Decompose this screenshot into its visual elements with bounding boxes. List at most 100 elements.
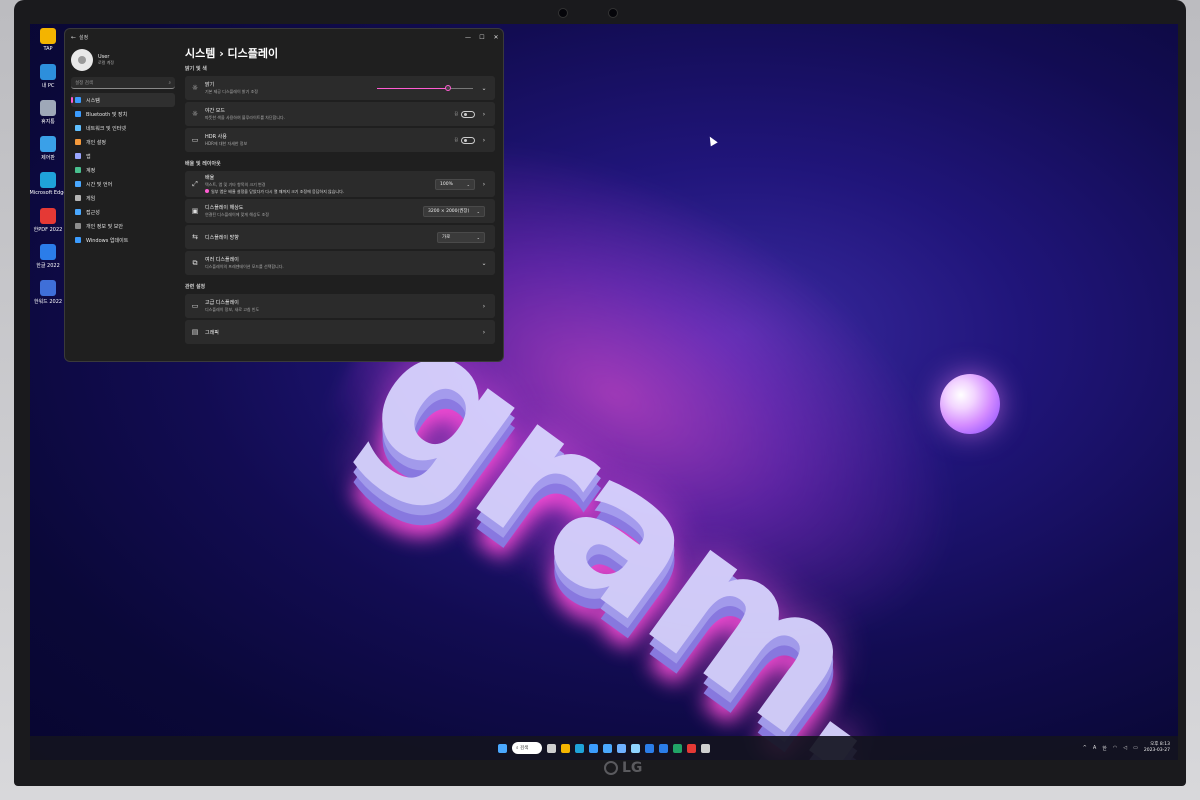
avatar (71, 49, 93, 71)
edge-icon (40, 172, 56, 188)
volume-icon[interactable]: ◁ (1123, 745, 1127, 751)
brightness-slider[interactable] (377, 84, 473, 92)
orientation-dropdown[interactable]: 가로 ⌄ (437, 231, 485, 243)
sidebar-item-time-language[interactable]: 시간 및 언어 (71, 177, 175, 191)
file-explorer-icon[interactable] (561, 743, 570, 753)
resolution-icon: ▣ (191, 207, 199, 215)
chevron-down-icon: ⌄ (476, 208, 480, 214)
sidebar-item-accounts[interactable]: 계정 (71, 163, 175, 177)
chevron-right-icon[interactable]: › (479, 329, 489, 336)
user-profile[interactable]: User 로컬 계정 (71, 47, 175, 73)
accessibility-icon (75, 209, 81, 215)
start-icon[interactable] (498, 743, 507, 753)
chevron-down-icon[interactable]: ⌄ (479, 260, 489, 267)
desktop-icon-label: 한PDF 2022 (33, 227, 63, 233)
sidebar-item-gaming[interactable]: 게임 (71, 191, 175, 205)
tray-overflow-chevron-icon[interactable]: ^ (1083, 745, 1087, 751)
wifi-icon[interactable]: ◠ (1113, 745, 1117, 751)
sidebar-item-bluetooth[interactable]: Bluetooth 및 장치 (71, 107, 175, 121)
store-icon[interactable] (589, 743, 598, 753)
desktop-icon[interactable]: TAP (32, 28, 64, 64)
sidebar-item-personalization[interactable]: 개인 설정 (71, 135, 175, 149)
battery-icon[interactable]: ▭ (1133, 745, 1138, 751)
keyboard-icon[interactable]: A (1093, 745, 1096, 751)
slider-thumb[interactable] (445, 85, 452, 91)
advanced-display-card[interactable]: ▭ 고급 디스플레이 디스플레이 정보, 새로 고침 빈도 › (185, 294, 495, 318)
desktop-icon[interactable]: Microsoft Edge (30, 172, 66, 208)
sidebar-item-update[interactable]: Windows 업데이트 (71, 233, 175, 247)
hangul-icon[interactable] (659, 743, 668, 753)
sidebar-item-network[interactable]: 네트워크 및 인터넷 (71, 121, 175, 135)
graphics-card[interactable]: ▤ 그래픽 › (185, 320, 495, 344)
sidebar-item-apps[interactable]: 앱 (71, 149, 175, 163)
orientation-title: 디스플레이 방향 (205, 234, 239, 241)
desktop-icon[interactable]: 내 PC (32, 64, 64, 100)
chevron-right-icon[interactable]: › (479, 181, 489, 188)
resolution-card[interactable]: ▣ 디스플레이 해상도 연결된 디스플레이에 맞게 해상도 조정 3200 × … (185, 199, 495, 223)
night-light-card[interactable]: ☼ 야간 모드 따뜻한 색을 사용하여 블루라이트를 차단합니다. 끔 › (185, 102, 495, 126)
clock[interactable]: 오후 8:13 2023-03-27 (1144, 742, 1170, 754)
system-icon (75, 97, 81, 103)
resolution-desc: 연결된 디스플레이에 맞게 해상도 조정 (205, 212, 269, 217)
maximize-button[interactable]: ☐ (475, 34, 489, 41)
night-light-toggle[interactable] (461, 110, 475, 118)
cortana-icon[interactable] (603, 743, 612, 753)
sidebar-item-label: Windows 업데이트 (86, 237, 129, 244)
chevron-right-icon[interactable]: › (479, 111, 489, 118)
back-arrow-icon[interactable]: ← (71, 34, 79, 41)
taskbar-search-button[interactable]: ⌕ 검색 (512, 742, 542, 754)
sidebar-item-privacy[interactable]: 개인 정보 및 보안 (71, 219, 175, 233)
ime-indicator[interactable]: 한 (1102, 745, 1107, 752)
sidebar-item-label: 게임 (86, 195, 96, 202)
hdr-toggle[interactable] (461, 136, 475, 144)
mail-icon[interactable] (631, 743, 640, 753)
system-tray: ^ A 한 ◠ ◁ ▭ 오후 8:13 2023-03-27 (1083, 736, 1170, 760)
computer-icon (40, 64, 56, 80)
resolution-dropdown[interactable]: 3200 × 2000(권장) ⌄ (423, 205, 485, 217)
chevron-down-icon[interactable]: ⌄ (479, 85, 489, 92)
desktop-icon[interactable]: 제어판 (32, 136, 64, 172)
edge-icon[interactable] (575, 743, 584, 753)
accounts-icon (75, 167, 81, 173)
settings-sidebar: User 로컬 계정 설정 검색 ⌕ 시스템 Bluetooth 및 장치 네트워크… (65, 45, 181, 361)
settings-icon[interactable] (701, 743, 710, 753)
hdr-card[interactable]: ▭ HDR 사용 HDR에 대한 자세한 정보 끔 › (185, 128, 495, 152)
settings-window[interactable]: ← 설정 — ☐ ✕ User 로컬 계정 설정 검색 ⌕ 시스템 Blueto… (64, 28, 504, 362)
calendar-icon[interactable] (645, 743, 654, 753)
profile-account: 로컬 계정 (98, 60, 114, 65)
taskbar: ⌕ 검색 ^ A 한 ◠ ◁ ▭ 오후 8:13 2023-03-27 (30, 736, 1178, 760)
warning-icon (205, 188, 209, 193)
recycle-bin-icon (40, 100, 56, 116)
multiple-displays-card[interactable]: ⧉ 여러 디스플레이 디스플레이의 프레젠테이션 모드를 선택합니다. ⌄ (185, 251, 495, 275)
brightness-desc: 기본 제공 디스플레이 밝기 조정 (205, 89, 258, 94)
chevron-right-icon[interactable]: › (479, 137, 489, 144)
excel-icon[interactable] (673, 743, 682, 753)
scale-card[interactable]: ⤢ 배율 텍스트, 앱 및 기타 항목의 크기 변경 일부 앱은 배율 설정을 … (185, 171, 495, 197)
settings-search-input[interactable]: 설정 검색 ⌕ (71, 77, 175, 89)
lg-brand-text: LG (622, 760, 643, 776)
chevron-right-icon[interactable]: › (479, 303, 489, 310)
photos-icon[interactable] (617, 743, 626, 753)
personalization-icon (75, 139, 81, 145)
scale-dropdown[interactable]: 100% ⌄ (435, 178, 475, 190)
close-button[interactable]: ✕ (489, 34, 503, 41)
minimize-button[interactable]: — (461, 34, 475, 41)
brightness-card[interactable]: ☼ 밝기 기본 제공 디스플레이 밝기 조정 ⌄ (185, 76, 495, 100)
desktop-icon[interactable]: 한PDF 2022 (32, 208, 64, 244)
scale-warning-text: 일부 앱은 배율 설정을 닫았다가 다시 열 때까지 크기 조정에 응답하지 않… (211, 188, 345, 194)
hanpdf-icon[interactable] (687, 743, 696, 753)
search-placeholder: 설정 검색 (75, 80, 93, 86)
title-bar[interactable]: ← 설정 — ☐ ✕ (65, 29, 503, 45)
desktop-icon[interactable]: 휴지통 (32, 100, 64, 136)
desktop-icon[interactable]: 한워드 2022 (32, 280, 64, 316)
orientation-card[interactable]: ⇆ 디스플레이 방향 가로 ⌄ (185, 225, 495, 249)
window-title: 설정 (79, 34, 89, 41)
sidebar-item-accessibility[interactable]: 접근성 (71, 205, 175, 219)
time-language-icon (75, 181, 81, 187)
desktop-icon[interactable]: 한글 2022 (32, 244, 64, 280)
sidebar-item-system[interactable]: 시스템 (71, 93, 175, 107)
privacy-icon (75, 223, 81, 229)
task-view-icon[interactable] (547, 743, 556, 753)
sidebar-nav: 시스템 Bluetooth 및 장치 네트워크 및 인터넷 개인 설정 앱 계정 시간 및 … (71, 93, 175, 247)
hdr-desc: HDR에 대한 자세한 정보 (205, 141, 248, 146)
